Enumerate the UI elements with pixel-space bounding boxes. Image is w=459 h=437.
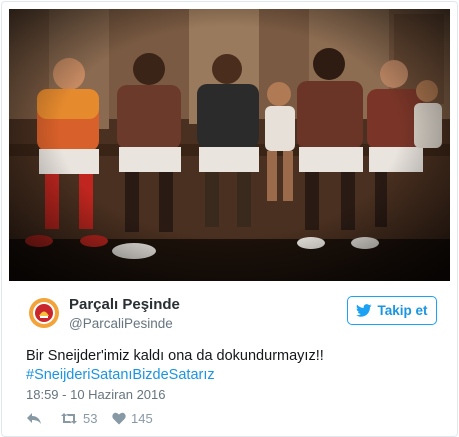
avatar[interactable] [26, 295, 62, 331]
twitter-bird-icon [356, 304, 373, 317]
tweet-card: Parçalı Peşinde @ParcaliPesinde Takip et… [1, 1, 458, 437]
tweet-timestamp[interactable]: 18:59 - 10 Haziran 2016 [26, 387, 165, 402]
retweet-button[interactable]: 53 [60, 411, 112, 426]
retweet-icon [61, 412, 77, 424]
galatasaray-crest-icon [29, 298, 59, 328]
tweet-text: Bir Sneijder'imiz kaldı ona da dokundurm… [26, 348, 324, 364]
locker-room-photo [9, 9, 450, 281]
tweet-actions: 53 145 [26, 409, 153, 427]
reply-icon [27, 412, 41, 424]
like-count: 145 [131, 410, 153, 426]
display-name[interactable]: Parçalı Peşinde [69, 296, 180, 313]
hashtag-link[interactable]: #SneijderiSatanıBizdeSatarız [26, 366, 215, 385]
retweet-count: 53 [83, 410, 98, 426]
reply-button[interactable] [26, 412, 60, 425]
heart-icon [112, 412, 126, 424]
like-button[interactable]: 145 [112, 411, 153, 426]
user-handle[interactable]: @ParcaliPesinde [69, 316, 173, 331]
follow-button[interactable]: Takip et [347, 296, 437, 325]
tweet-photo[interactable] [9, 9, 450, 281]
follow-button-label: Takip et [377, 303, 428, 318]
